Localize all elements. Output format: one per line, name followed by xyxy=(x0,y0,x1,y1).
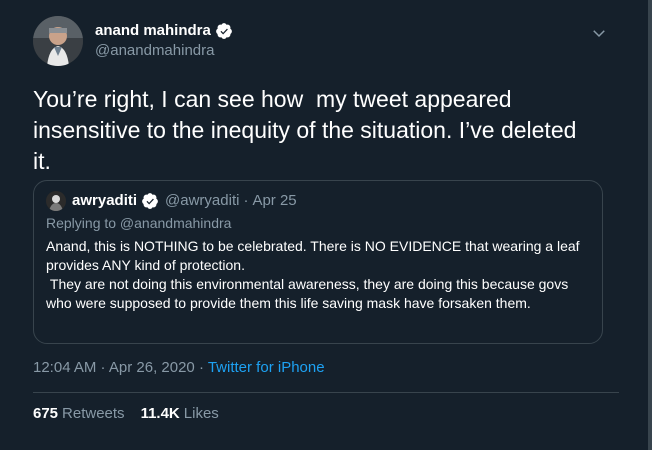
verified-badge-icon xyxy=(215,23,232,39)
scrollbar[interactable] xyxy=(648,0,652,450)
likes-stat[interactable]: 11.4K Likes xyxy=(141,404,219,424)
likes-count: 11.4K xyxy=(140,405,180,422)
chevron-down-icon[interactable] xyxy=(590,24,608,42)
avatar-image xyxy=(33,16,83,66)
quoted-tweet-header: awryaditi @awryaditi · Apr 25 xyxy=(46,191,590,211)
quoted-tweet-date: Apr 25 xyxy=(252,192,297,209)
retweets-stat[interactable]: 675 Retweets xyxy=(33,404,125,424)
verified-badge-icon xyxy=(142,193,158,209)
author-handle[interactable]: @anandmahindra xyxy=(95,41,233,61)
tweet-meta: 12:04 AM · Apr 26, 2020 · Twitter for iP… xyxy=(33,358,325,378)
quoted-author-handle: @awryaditi xyxy=(165,192,240,209)
quoted-author-name: awryaditi xyxy=(72,192,138,209)
replying-to: Replying to @anandmahindra xyxy=(46,215,232,231)
meta-separator: · xyxy=(194,359,208,376)
divider xyxy=(33,392,619,393)
author-name[interactable]: anand mahindra xyxy=(95,21,211,41)
quoted-tweet[interactable]: awryaditi @awryaditi · Apr 25 Replying t… xyxy=(33,180,603,344)
tweet-timestamp[interactable]: 12:04 AM · Apr 26, 2020 xyxy=(33,359,195,376)
tweet-source-link[interactable]: Twitter for iPhone xyxy=(208,359,325,376)
author-names: anand mahindra @anandmahindra xyxy=(95,21,233,61)
quoted-avatar-image xyxy=(46,191,66,211)
retweets-label: Retweets xyxy=(62,405,125,422)
tweet-stats: 675 Retweets 11.4K Likes xyxy=(33,404,219,424)
quoted-tweet-text: Anand, this is NOTHING to be celebrated.… xyxy=(46,238,580,311)
separator-dot: · xyxy=(243,192,249,209)
tweet-detail: anand mahindra @anandmahindra You’re rig… xyxy=(0,0,652,450)
author-name-row: anand mahindra xyxy=(95,21,233,41)
quoted-author-avatar xyxy=(46,191,66,211)
author-avatar[interactable] xyxy=(33,16,83,66)
likes-label: Likes xyxy=(183,405,219,422)
tweet-text: You’re right, I can see how my tweet app… xyxy=(33,86,583,174)
tweet-header: anand mahindra @anandmahindra xyxy=(33,16,233,66)
retweets-count: 675 xyxy=(33,405,59,422)
